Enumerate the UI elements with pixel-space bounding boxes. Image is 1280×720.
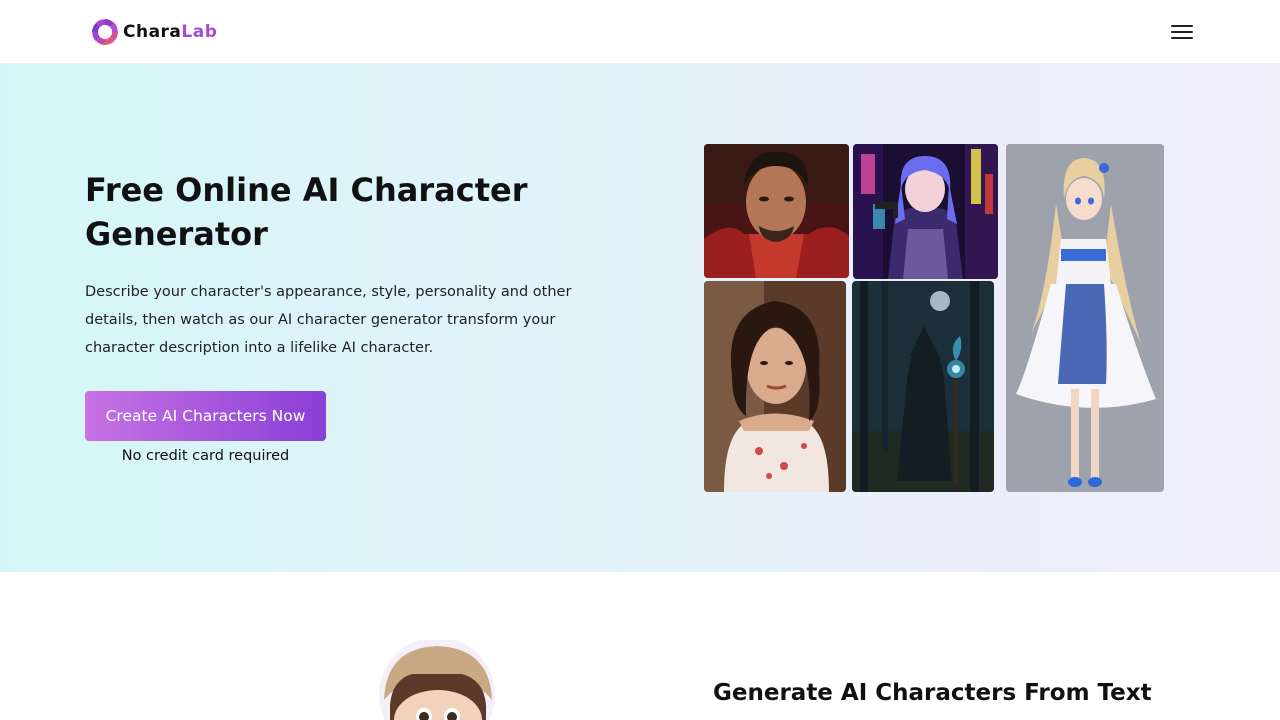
section-title: Generate AI Characters From Text xyxy=(713,680,1152,706)
create-characters-button[interactable]: Create AI Characters Now xyxy=(85,391,326,441)
hero-description: Describe your character's appearance, st… xyxy=(85,284,572,356)
site-header: CharaLab xyxy=(0,0,1280,64)
features-section: Generate AI Characters From Text xyxy=(0,572,1280,720)
gallery-image-wizard-forest xyxy=(852,281,994,492)
hero-section: Free Online AI Character Generator Descr… xyxy=(0,64,1280,572)
cartoon-avatar-image xyxy=(372,640,502,720)
cta-note: No credit card required xyxy=(121,448,290,464)
logo-text: CharaLab xyxy=(123,22,218,42)
page-title: Free Online AI Character Generator xyxy=(85,171,528,253)
gallery-image-anime-girl-dress xyxy=(1006,144,1164,492)
hamburger-menu-icon[interactable] xyxy=(1168,20,1196,44)
gallery-image-man-portrait xyxy=(704,144,849,278)
swirl-logo-icon xyxy=(92,19,118,45)
gallery-image-woman-portrait xyxy=(704,281,846,492)
logo[interactable]: CharaLab xyxy=(90,16,217,48)
gallery-image-anime-neon xyxy=(853,144,998,279)
